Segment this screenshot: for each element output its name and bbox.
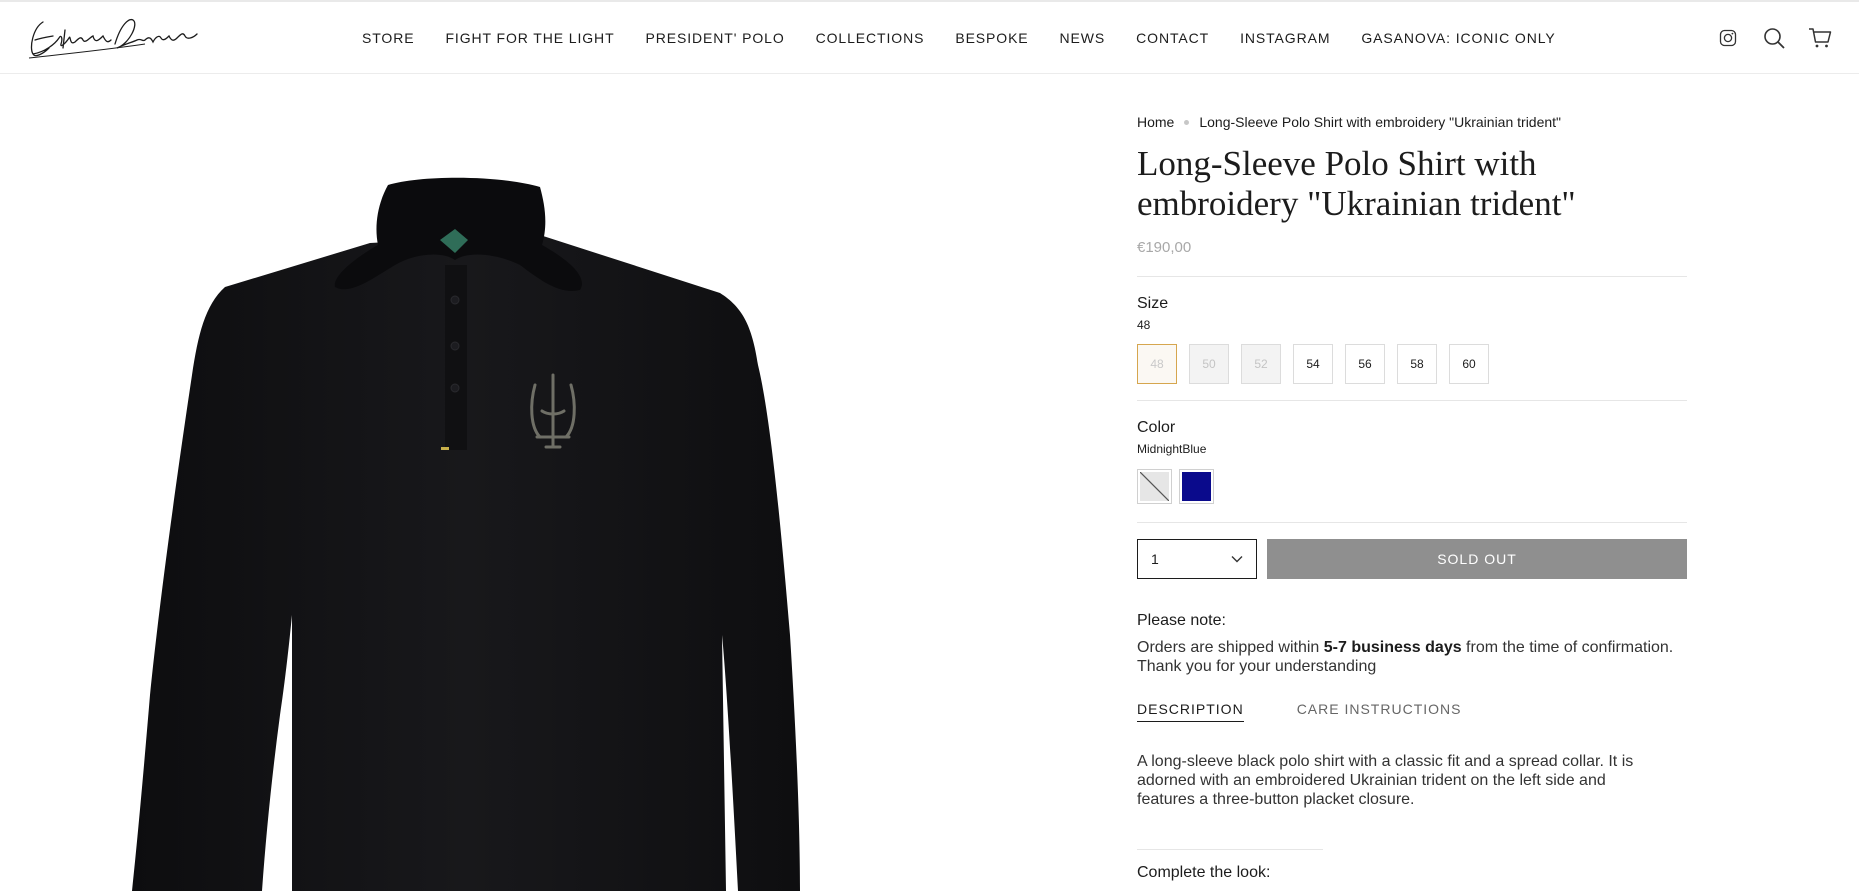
tab-care-instructions[interactable]: CARE INSTRUCTIONS [1297,701,1462,722]
breadcrumb-current: Long-Sleeve Polo Shirt with embroidery "… [1199,114,1562,130]
color-swatch-midnightblue[interactable] [1179,469,1214,504]
product-price: €190,00 [1137,239,1192,256]
size-option-60[interactable]: 60 [1449,344,1489,384]
polo-shirt-image [132,177,800,891]
product-tabs: DESCRIPTION CARE INSTRUCTIONS [1137,701,1687,722]
nav-gasanova[interactable]: GASANOVA: ICONIC ONLY [1361,30,1555,46]
cart-icon[interactable] [1807,25,1833,51]
site-header: STORE FIGHT FOR THE LIGHT PRESIDENT' POL… [0,2,1859,74]
nav-news[interactable]: NEWS [1060,30,1106,46]
signature-logo-icon [28,19,198,59]
product-info: Home Long-Sleeve Polo Shirt with embroid… [1137,112,1687,882]
color-swatch-unavailable[interactable] [1137,469,1172,504]
color-selected-value: MidnightBlue [1137,442,1207,456]
size-option-52[interactable]: 52 [1241,344,1281,384]
color-selector [1137,469,1687,504]
divider [1137,849,1323,850]
nav-fight-for-the-light[interactable]: FIGHT FOR THE LIGHT [445,30,614,46]
note-title: Please note: [1137,612,1226,629]
search-icon[interactable] [1761,25,1787,51]
chevron-down-icon [1231,556,1243,563]
size-option-58[interactable]: 58 [1397,344,1437,384]
swatch-fill [1182,472,1211,501]
logo[interactable] [25,14,200,64]
breadcrumb-separator [1184,119,1190,125]
nav-collections[interactable]: COLLECTIONS [816,30,925,46]
size-option: Size 48 48 50 52 54 56 58 60 [1137,295,1687,384]
size-option-50[interactable]: 50 [1189,344,1229,384]
product-title: Long-Sleeve Polo Shirt with embroidery "… [1137,144,1576,223]
size-option-48[interactable]: 48 [1137,344,1177,384]
instagram-icon[interactable] [1715,25,1741,51]
size-selector: 48 50 52 54 56 58 60 [1137,344,1687,384]
header-actions [1695,2,1833,74]
quantity-value: 1 [1151,551,1159,567]
note-text-bold: 5-7 business days [1323,639,1462,656]
size-option-56[interactable]: 56 [1345,344,1385,384]
nav-instagram[interactable]: INSTAGRAM [1240,30,1330,46]
product-image[interactable] [0,75,1090,891]
nav-store[interactable]: STORE [362,30,414,46]
breadcrumb-home[interactable]: Home [1137,114,1174,130]
main-nav: STORE FIGHT FOR THE LIGHT PRESIDENT' POL… [362,2,1587,74]
size-label: Size [1137,295,1169,312]
color-option: Color MidnightBlue [1137,419,1687,504]
color-label: Color [1137,419,1176,436]
nav-contact[interactable]: CONTACT [1136,30,1209,46]
crossed-swatch-icon [1139,471,1170,502]
sold-out-button[interactable]: SOLD OUT [1267,539,1687,579]
shipping-note: Orders are shipped within 5-7 business d… [1137,638,1687,676]
note-text-before: Orders are shipped within [1137,639,1324,656]
nav-president-polo[interactable]: PRESIDENT' POLO [646,30,785,46]
breadcrumb: Home Long-Sleeve Polo Shirt with embroid… [1137,112,1687,132]
nav-bespoke[interactable]: BESPOKE [955,30,1028,46]
divider [1137,276,1687,277]
divider [1137,522,1687,523]
quantity-select[interactable]: 1 [1137,539,1257,579]
tab-description[interactable]: DESCRIPTION [1137,701,1244,722]
divider [1137,400,1687,401]
complete-the-look-heading: Complete the look: [1137,864,1271,881]
purchase-row: 1 SOLD OUT [1137,539,1687,579]
size-selected-value: 48 [1137,318,1151,332]
product-description: A long-sleeve black polo shirt with a cl… [1137,753,1634,808]
size-option-54[interactable]: 54 [1293,344,1333,384]
